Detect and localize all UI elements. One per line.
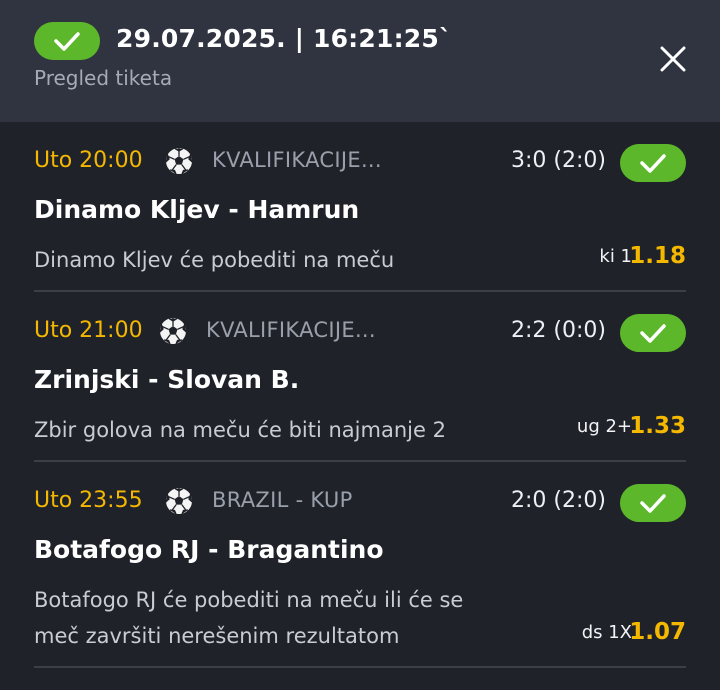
soccer-ball-icon bbox=[159, 317, 187, 345]
bet-won-badge bbox=[620, 484, 686, 522]
bet-list: Uto 20:00 KVALIFIKACIJE... 3:0 (2:0) Din… bbox=[0, 122, 720, 668]
page-subtitle: Pregled tiketa bbox=[34, 66, 173, 90]
check-icon bbox=[640, 324, 666, 343]
match-score: 2:0 (2:0) bbox=[511, 488, 606, 513]
bet-description-line: Botafogo RJ će pobediti na meču ili će s… bbox=[34, 588, 464, 612]
match-score: 3:0 (2:0) bbox=[511, 148, 606, 173]
bet-pick: ds 1X bbox=[581, 622, 632, 643]
bet-odds: 1.18 bbox=[629, 243, 686, 269]
match-time: Uto 21:00 bbox=[34, 318, 143, 343]
match-score: 2:2 (0:0) bbox=[511, 318, 606, 343]
close-icon bbox=[660, 46, 686, 72]
bet-item[interactable]: Uto 21:00 KVALIFIKACIJE... 2:2 (0:0) Zri… bbox=[0, 292, 720, 462]
ticket-status-badge bbox=[34, 22, 100, 60]
match-name: Zrinjski - Slovan B. bbox=[34, 365, 300, 394]
ticket-datetime: 29.07.2025. | 16:21:25` bbox=[116, 24, 452, 53]
bet-odds: 1.07 bbox=[629, 619, 686, 645]
check-icon bbox=[54, 32, 80, 51]
bet-won-badge bbox=[620, 144, 686, 182]
soccer-ball-icon bbox=[165, 147, 193, 175]
bet-item[interactable]: Uto 23:55 BRAZIL - KUP 2:0 (2:0) Botafog… bbox=[0, 462, 720, 668]
check-icon bbox=[640, 494, 666, 513]
bet-pick: ki 1 bbox=[599, 246, 632, 267]
match-time: Uto 20:00 bbox=[34, 148, 143, 173]
soccer-ball-icon bbox=[165, 487, 193, 515]
divider bbox=[34, 666, 686, 668]
bet-description: Botafogo RJ će pobediti na meču ili će s… bbox=[34, 582, 554, 654]
league-name: KVALIFIKACIJE... bbox=[206, 318, 376, 342]
match-name: Dinamo Kljev - Hamrun bbox=[34, 195, 360, 224]
league-name: BRAZIL - KUP bbox=[212, 488, 353, 512]
match-time: Uto 23:55 bbox=[34, 488, 143, 513]
bet-won-badge bbox=[620, 314, 686, 352]
bet-pick: ug 2+ bbox=[576, 416, 632, 437]
bet-item[interactable]: Uto 20:00 KVALIFIKACIJE... 3:0 (2:0) Din… bbox=[0, 122, 720, 292]
ticket-header: 29.07.2025. | 16:21:25` Pregled tiketa bbox=[0, 0, 720, 122]
bet-description: Dinamo Kljev će pobediti na meču bbox=[34, 248, 395, 272]
close-button[interactable] bbox=[652, 38, 694, 80]
bet-odds: 1.33 bbox=[629, 413, 686, 439]
match-name: Botafogo RJ - Bragantino bbox=[34, 535, 384, 564]
league-name: KVALIFIKACIJE... bbox=[212, 148, 382, 172]
bet-description: Zbir golova na meču će biti najmanje 2 bbox=[34, 418, 446, 442]
bet-description-line: meč završiti nerešenim rezultatom bbox=[34, 624, 400, 648]
check-icon bbox=[640, 154, 666, 173]
